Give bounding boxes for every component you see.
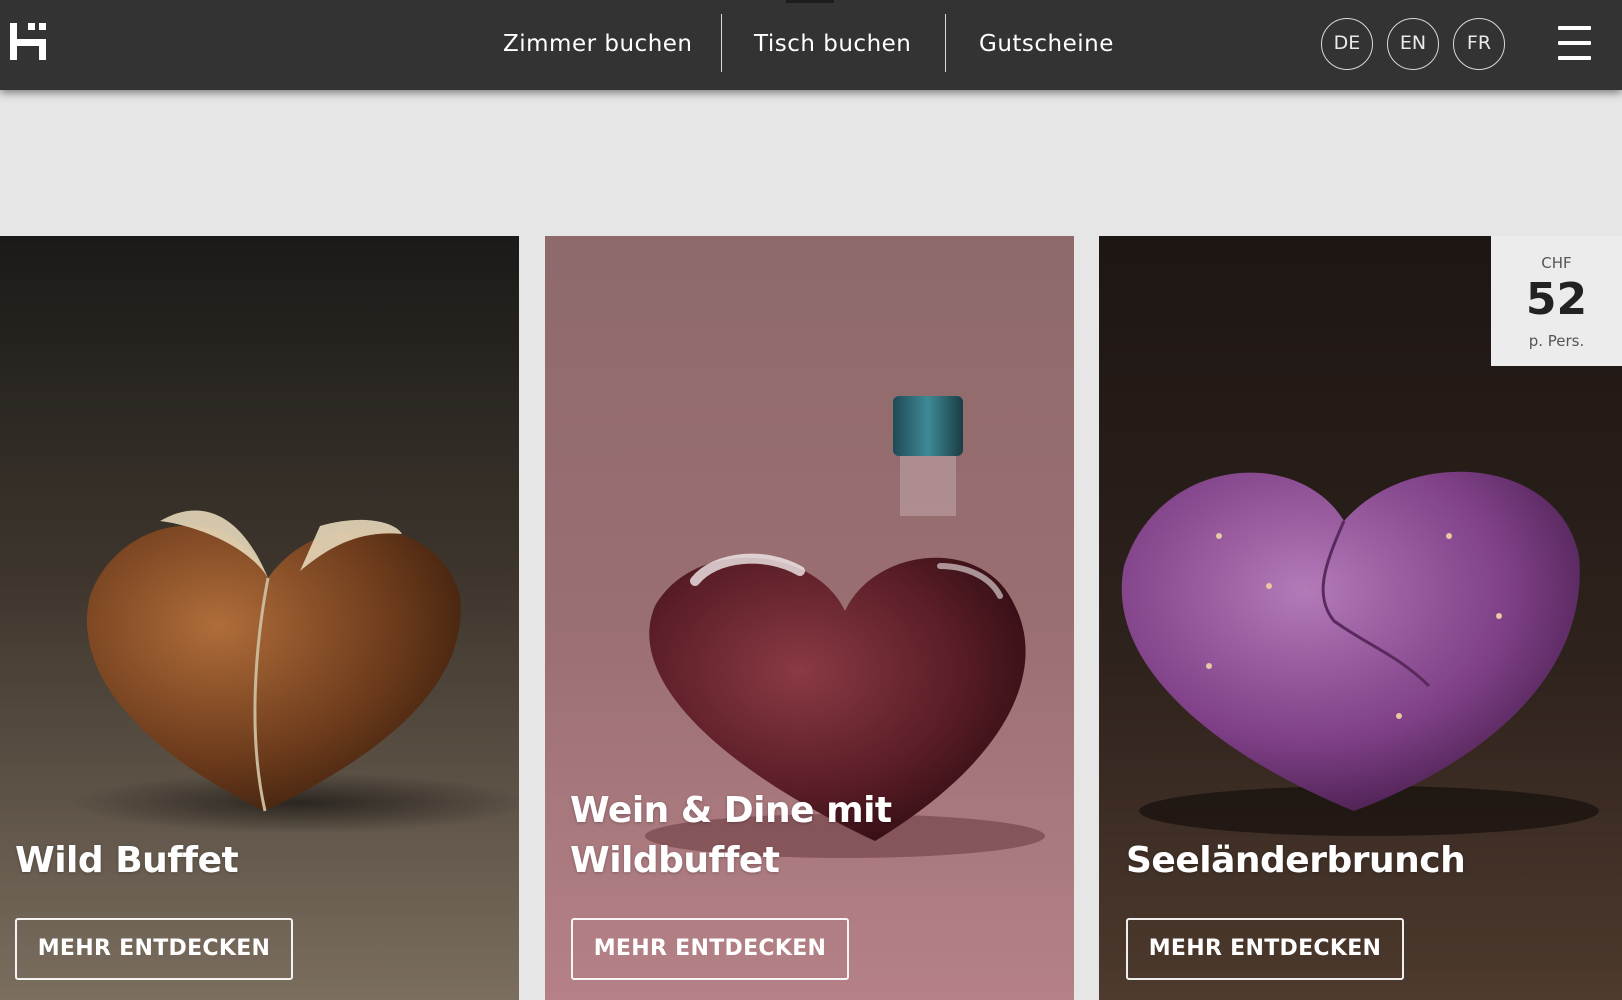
mehr-entdecken-button[interactable]: MEHR ENTDECKEN [571, 918, 849, 980]
nav-gutscheine[interactable]: Gutscheine [979, 26, 1114, 62]
nav-tisch-buchen[interactable]: Tisch buchen [754, 26, 911, 62]
price-unit: p. Pers. [1528, 332, 1585, 350]
price-value: 52 [1525, 274, 1588, 325]
offer-card-wild-buffet[interactable]: Wild Buffet MEHR ENTDECKEN [0, 236, 519, 1000]
nav-divider [945, 14, 946, 72]
nav-divider [721, 14, 722, 72]
mehr-entdecken-button[interactable]: MEHR ENTDECKEN [15, 918, 293, 980]
card-title: Seeländerbrunch [1126, 840, 1466, 881]
price-badge: CHF 52 p. Pers. [1491, 236, 1622, 366]
card-title: Wein & Dine mit Wildbuffet [570, 790, 892, 881]
nav-zimmer-buchen[interactable]: Zimmer buchen [503, 26, 693, 62]
hotel-logo-icon[interactable] [10, 18, 54, 62]
offer-card-wein-dine[interactable]: Wein & Dine mit Wildbuffet MEHR ENTDECKE… [545, 236, 1074, 1000]
language-fr-button[interactable]: FR [1453, 18, 1505, 70]
price-currency: CHF [1541, 254, 1572, 272]
active-nav-indicator [786, 0, 834, 3]
mehr-entdecken-button[interactable]: MEHR ENTDECKEN [1126, 918, 1404, 980]
language-en-button[interactable]: EN [1387, 18, 1439, 70]
language-de-button[interactable]: DE [1321, 18, 1373, 70]
top-navigation-bar: Zimmer buchen Tisch buchen Gutscheine DE… [0, 0, 1622, 90]
hamburger-menu-icon[interactable] [1558, 26, 1591, 60]
card-title: Wild Buffet [15, 840, 239, 881]
